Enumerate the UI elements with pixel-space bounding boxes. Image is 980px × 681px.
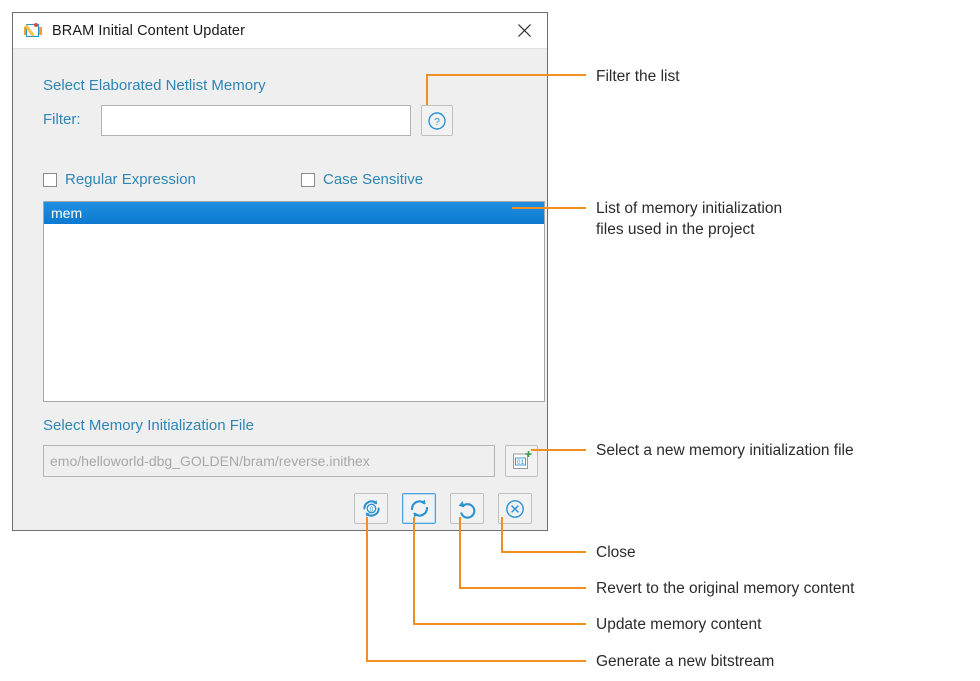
undo-arrow-icon [457, 501, 475, 519]
checkbox-label: Regular Expression [65, 171, 196, 188]
close-circle-icon [506, 499, 524, 518]
close-dialog-button[interactable] [498, 493, 532, 524]
bitstream-refresh-icon: 0 [362, 500, 380, 517]
titlebar-close-button[interactable] [501, 13, 547, 48]
bram-updater-icon [24, 22, 42, 40]
annotation-close: Close [596, 544, 636, 561]
section-title-init-file: Select Memory Initialization File [43, 417, 254, 434]
dialog-title: BRAM Initial Content Updater [52, 22, 245, 39]
refresh-circular-icon [410, 499, 428, 518]
svg-text:01: 01 [516, 459, 524, 466]
checkbox-label: Case Sensitive [323, 171, 424, 188]
question-mark-icon: ? [428, 111, 446, 130]
generate-bitstream-button[interactable]: 0 [354, 493, 388, 524]
bram-initial-content-updater-dialog: BRAM Initial Content Updater Select Elab… [12, 12, 548, 531]
leader-line-generate [366, 517, 586, 662]
close-icon [517, 24, 531, 37]
annotation-generate: Generate a new bitstream [596, 653, 775, 670]
section-title-netlist-memory: Select Elaborated Netlist Memory [43, 77, 266, 94]
list-item[interactable]: mem [44, 202, 544, 224]
checkbox-box-icon [43, 172, 57, 187]
filter-label: Filter: [43, 111, 81, 128]
update-memory-button[interactable] [402, 493, 436, 524]
checkbox-regular-expression[interactable]: Regular Expression [43, 171, 196, 188]
filter-help-button[interactable]: ? [421, 105, 453, 136]
memory-init-file-path-input[interactable]: emo/helloworld-dbg_GOLDEN/bram/reverse.i… [43, 445, 495, 477]
svg-text:?: ? [434, 116, 440, 128]
svg-text:0: 0 [369, 506, 373, 513]
dialog-body: Select Elaborated Netlist Memory Filter:… [13, 49, 547, 530]
select-new-init-file-button[interactable]: 01 [505, 445, 538, 477]
annotation-list: List of memory initialization files used… [596, 200, 783, 238]
dialog-titlebar: BRAM Initial Content Updater [13, 13, 547, 49]
netlist-memory-list[interactable]: mem [43, 201, 545, 402]
annotation-revert: Revert to the original memory content [596, 580, 855, 597]
filter-input[interactable] [101, 105, 411, 136]
checkbox-box-icon [301, 172, 315, 187]
new-init-file-icon: 01 [512, 451, 531, 469]
checkbox-case-sensitive[interactable]: Case Sensitive [301, 171, 423, 188]
annotation-browse: Select a new memory initialization file [596, 442, 854, 459]
annotation-update: Update memory content [596, 616, 762, 633]
annotation-filter: Filter the list [596, 68, 680, 85]
leader-line-update [413, 517, 586, 625]
revert-memory-button[interactable] [450, 493, 484, 524]
